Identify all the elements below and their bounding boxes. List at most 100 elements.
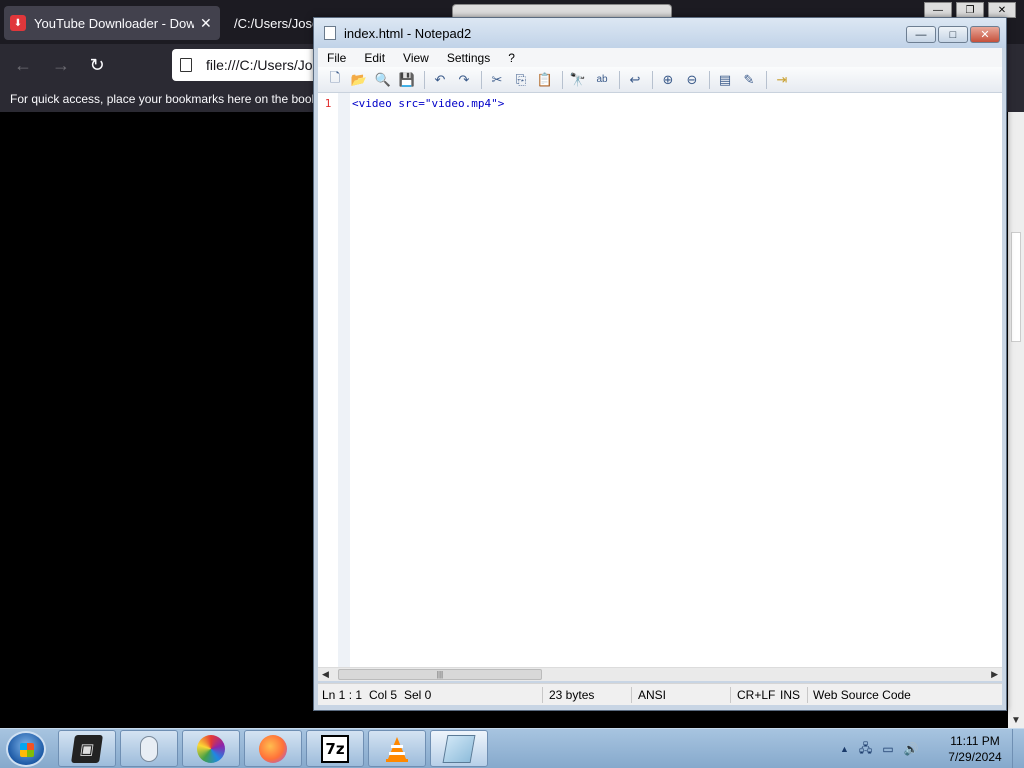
open-file-icon[interactable]: 📂: [348, 70, 370, 90]
code-line-1[interactable]: <video src="video.mp4">: [352, 97, 504, 110]
volume-icon[interactable]: 🔊: [904, 742, 919, 756]
7zip-icon: 7z: [321, 734, 349, 763]
notepad-document-icon: [324, 26, 336, 40]
menu-settings[interactable]: Settings: [438, 51, 499, 65]
status-divider: [631, 687, 632, 703]
replace-icon[interactable]: ab: [591, 70, 613, 90]
taskbar-7zip[interactable]: 7z: [306, 730, 364, 767]
download-icon: ⬇: [10, 15, 26, 31]
network-icon[interactable]: 🖧: [859, 739, 872, 760]
cut-icon[interactable]: ✂: [486, 70, 508, 90]
horizontal-scrollbar[interactable]: ◀ ||| ▶: [318, 667, 1002, 681]
toolbar-separator: [766, 70, 767, 89]
taskbar-terminal[interactable]: ▣: [58, 730, 116, 767]
editor-area[interactable]: 1 <video src="video.mp4"> ◀ ||| ▶: [318, 93, 1002, 681]
clock-date: 7/29/2024: [948, 750, 1002, 764]
status-divider: [807, 687, 808, 703]
reload-button[interactable]: ↻: [84, 52, 110, 78]
undo-icon[interactable]: ↶: [429, 70, 451, 90]
toolbar-separator: [424, 70, 425, 89]
toolbar-separator: [619, 70, 620, 89]
system-clock[interactable]: 11:11 PM 7/29/2024: [942, 733, 1008, 765]
dragged-window-ghost: [452, 4, 672, 18]
display-icon[interactable]: ▭: [882, 742, 893, 756]
close-icon[interactable]: ✕: [988, 2, 1016, 18]
taskbar-mouse-app[interactable]: [120, 730, 178, 767]
notepad-title-bar[interactable]: index.html - Notepad2 — □ ✕: [314, 18, 1006, 48]
multimedia-app-icon: [197, 734, 225, 763]
status-divider: [542, 687, 543, 703]
close-tab-icon[interactable]: ✕: [200, 15, 212, 32]
browser-tab-youtube-downloader[interactable]: ⬇ YouTube Downloader - Download ✕: [4, 6, 220, 40]
find-icon[interactable]: 🔭: [567, 70, 589, 90]
scroll-left-icon[interactable]: ◀: [322, 669, 329, 680]
browser-tab-users[interactable]: /C:/Users/Jose: [228, 6, 318, 40]
copy-icon[interactable]: ⎘: [510, 70, 532, 90]
status-scheme[interactable]: Web Source Code: [813, 688, 911, 702]
scroll-down-icon[interactable]: ▼: [1008, 712, 1024, 728]
status-encoding[interactable]: ANSI: [638, 688, 666, 702]
status-line-endings[interactable]: CR+LF: [737, 688, 775, 702]
save-icon[interactable]: 💾: [396, 70, 418, 90]
horizontal-scroll-thumb[interactable]: |||: [338, 669, 542, 680]
taskbar: ▣ 7z ▲ 🖧 ▭ 🔊 11:11 PM 7/29/2024: [0, 728, 1024, 768]
customize-icon[interactable]: ✎: [738, 70, 760, 90]
status-position: Ln 1 : 1: [322, 688, 363, 702]
tab-label: YouTube Downloader - Download: [34, 15, 194, 31]
close-button[interactable]: ✕: [970, 26, 1000, 43]
address-bar[interactable]: file:///C:/Users/Jos: [172, 49, 332, 81]
status-divider: [730, 687, 731, 703]
zoom-in-icon[interactable]: ⊕: [657, 70, 679, 90]
minimize-button[interactable]: —: [906, 26, 936, 43]
taskbar-vlc[interactable]: [368, 730, 426, 767]
menu-help[interactable]: ?: [499, 51, 524, 65]
exit-icon[interactable]: ⇥: [771, 70, 793, 90]
toolbar-separator: [562, 70, 563, 89]
forward-button[interactable]: →: [48, 52, 74, 78]
scroll-thumb[interactable]: [1011, 232, 1021, 342]
toolbar-separator: [709, 70, 710, 89]
window-controls: — □ ✕: [906, 26, 1000, 43]
vlc-icon: [383, 735, 411, 763]
back-button[interactable]: ←: [10, 52, 36, 78]
clock-time: 11:11 PM: [950, 734, 1000, 748]
tab-label: /C:/Users/Jose: [234, 15, 318, 31]
taskbar-notepad2[interactable]: [430, 730, 488, 767]
line-number-gutter: 1: [318, 93, 338, 667]
page-icon: [180, 58, 192, 72]
maximize-button[interactable]: □: [938, 26, 968, 43]
status-selection: Sel 0: [404, 688, 432, 702]
zoom-out-icon[interactable]: ⊖: [681, 70, 703, 90]
menu-view[interactable]: View: [394, 51, 438, 65]
mouse-app-icon: [140, 735, 158, 762]
firefox-icon: [259, 734, 287, 763]
redo-icon[interactable]: ↷: [453, 70, 475, 90]
menu-file[interactable]: File: [318, 51, 355, 65]
status-bar: Ln 1 : 1 Col 5 Sel 0 23 bytes ANSI CR+LF…: [318, 683, 1002, 705]
taskbar-firefox[interactable]: [244, 730, 302, 767]
menu-edit[interactable]: Edit: [355, 51, 394, 65]
paste-icon[interactable]: 📋: [534, 70, 556, 90]
minimize-icon[interactable]: —: [924, 2, 952, 18]
status-mode[interactable]: INS: [780, 688, 800, 702]
toolbar-separator: [481, 70, 482, 89]
browser-scrollbar[interactable]: ▼: [1008, 112, 1024, 728]
tray-expand-icon[interactable]: ▲: [840, 744, 849, 754]
selection-margin[interactable]: [338, 93, 350, 667]
word-wrap-icon[interactable]: ↩: [624, 70, 646, 90]
toolbar: 🗋 📂 🔍 💾 ↶ ↷ ✂ ⎘ 📋 🔭 ab ↩ ⊕ ⊖ ▤ ✎ ⇥: [318, 67, 1002, 93]
restore-icon[interactable]: ❐: [956, 2, 984, 18]
taskbar-multimedia-app[interactable]: [182, 730, 240, 767]
toolbar-separator: [652, 70, 653, 89]
notepad2-icon: [442, 734, 476, 763]
notepad2-window: index.html - Notepad2 — □ ✕ File Edit Vi…: [313, 17, 1007, 711]
new-file-icon[interactable]: 🗋: [324, 70, 346, 90]
start-button[interactable]: [6, 731, 46, 767]
browse-icon[interactable]: 🔍: [372, 70, 394, 90]
address-text: file:///C:/Users/Jos: [206, 57, 320, 73]
terminal-app-icon: ▣: [71, 734, 103, 763]
scroll-right-icon[interactable]: ▶: [991, 669, 998, 680]
scheme-icon[interactable]: ▤: [714, 70, 736, 90]
menu-bar: File Edit View Settings ?: [318, 48, 1002, 67]
show-desktop-button[interactable]: [1012, 729, 1024, 768]
